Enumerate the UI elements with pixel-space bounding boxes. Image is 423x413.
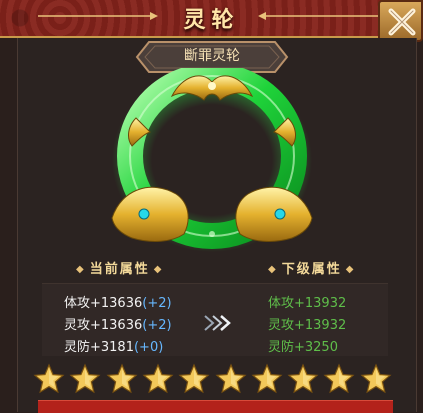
next-attributes-header: ◆ 下级属性 ◆ bbox=[264, 258, 359, 277]
current-stat-value: 灵攻+13636 bbox=[64, 318, 143, 333]
star-icon bbox=[215, 363, 246, 394]
current-stat-bonus: (+2) bbox=[142, 318, 172, 333]
item-name: 斷罪灵轮 bbox=[184, 48, 240, 64]
page-title: 灵轮 bbox=[183, 8, 240, 33]
next-attributes-label: 下级属性 bbox=[281, 262, 342, 277]
current-attributes-label: 当前属性 bbox=[89, 262, 150, 277]
star-rating bbox=[33, 363, 393, 395]
star-icon bbox=[178, 363, 210, 394]
current-attributes-header: ◆ 当前属性 ◆ bbox=[72, 258, 167, 277]
arrow-right-icon bbox=[204, 315, 231, 331]
diamond-icon: ◆ bbox=[153, 264, 164, 275]
diamond-icon: ◆ bbox=[76, 264, 86, 275]
current-stat-bonus: (+2) bbox=[142, 296, 172, 311]
title-bar: 灵轮 bbox=[0, 0, 423, 38]
spirit-ring-image[interactable] bbox=[92, 68, 332, 258]
star-icon bbox=[251, 363, 283, 394]
current-stat-value: 灵防+3181 bbox=[64, 340, 134, 355]
star-icon bbox=[142, 363, 174, 394]
current-stat-row: 灵攻+13636(+2) bbox=[64, 314, 172, 333]
star-icon bbox=[106, 363, 138, 394]
diamond-icon: ◆ bbox=[345, 264, 356, 275]
current-stat-row: 体攻+13636(+2) bbox=[64, 292, 172, 311]
next-stat-value: 体攻+13932 bbox=[268, 296, 347, 311]
current-stat-row: 灵防+3181(+0) bbox=[64, 336, 163, 355]
action-button[interactable] bbox=[38, 400, 393, 413]
close-icon bbox=[388, 8, 416, 36]
current-stat-bonus: (+0) bbox=[133, 340, 164, 355]
next-stat-value: 灵防+3250 bbox=[268, 340, 338, 355]
next-stat-value: 灵攻+13932 bbox=[268, 318, 347, 333]
current-stat-value: 体攻+13636 bbox=[64, 296, 143, 311]
diamond-icon: ◆ bbox=[268, 264, 278, 275]
star-icon bbox=[33, 363, 65, 394]
star-icon bbox=[69, 363, 101, 394]
close-button[interactable] bbox=[378, 0, 423, 42]
star-icon bbox=[360, 363, 392, 394]
star-icon bbox=[323, 363, 355, 394]
star-icon bbox=[287, 363, 319, 394]
